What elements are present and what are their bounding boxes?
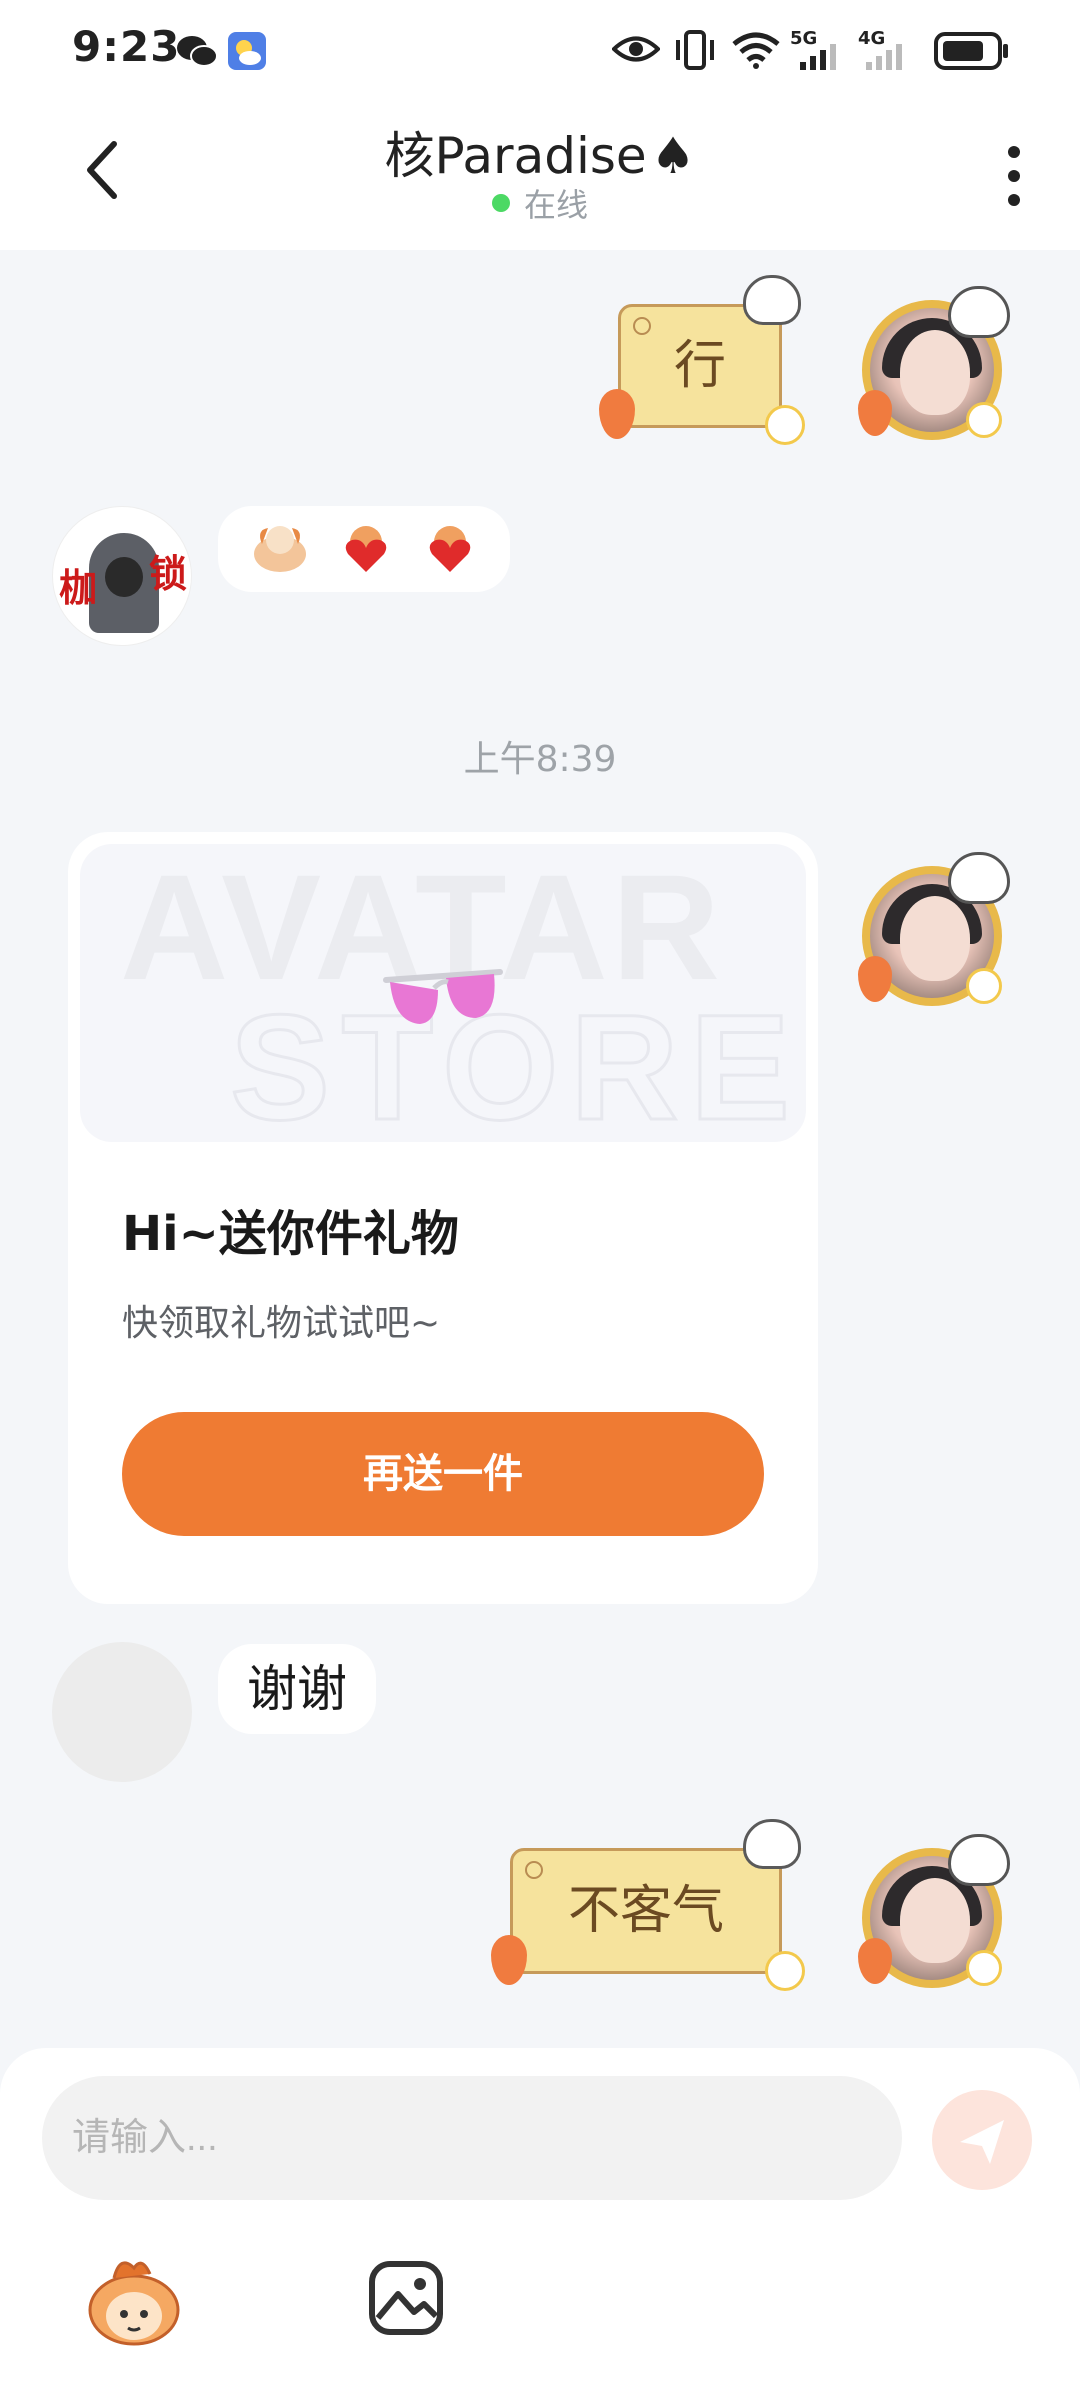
- my-avatar[interactable]: [858, 852, 1010, 1006]
- egg-icon: [765, 1951, 805, 1991]
- wechat-icon: [177, 36, 218, 67]
- gift-subtitle: 快领取礼物试试吧~: [122, 1303, 441, 1344]
- egg-icon: [966, 1950, 1002, 1986]
- contact-name: 核Paradise: [384, 127, 647, 185]
- send-button[interactable]: [932, 2090, 1032, 2190]
- send-another-gift-button[interactable]: 再送一件: [122, 1412, 764, 1536]
- message-text: 谢谢: [247, 1660, 347, 1718]
- carrot-icon: [858, 1938, 892, 1984]
- status-time: 9:23: [72, 22, 181, 71]
- spade-icon: ♠: [650, 127, 696, 185]
- message-text: 不客气: [567, 1881, 724, 1941]
- eye-icon: [612, 36, 660, 62]
- my-avatar[interactable]: [858, 1834, 1010, 1988]
- carrot-icon: [491, 1935, 527, 1985]
- chat-title: 核Paradise♠: [0, 116, 1080, 188]
- cat-sticker-icon: [743, 1819, 801, 1869]
- message-timestamp: 上午8:39: [463, 739, 617, 780]
- gift-card[interactable]: AVATAR STORE Hi~送你件礼物 快领取礼物试试吧~ 再送一件: [68, 832, 818, 1604]
- image-picker-icon[interactable]: [366, 2258, 446, 2338]
- more-options-icon[interactable]: [994, 140, 1034, 210]
- emoji-bow-icon: [254, 526, 306, 572]
- egg-icon: [966, 968, 1002, 1004]
- signal-5g-icon: [800, 44, 836, 70]
- egg-icon: [765, 405, 805, 445]
- message-bubble-received[interactable]: [218, 506, 510, 592]
- gift-title: Hi~送你件礼物: [122, 1206, 459, 1262]
- chat-header: 核Paradise♠ 在线: [0, 100, 1080, 250]
- message-text: 行: [673, 336, 726, 396]
- message-bubble-received[interactable]: 谢谢: [218, 1644, 376, 1734]
- wifi-icon: [732, 32, 780, 69]
- carrot-icon: [858, 390, 892, 436]
- message-bubble-sent[interactable]: 行: [599, 275, 805, 445]
- svg-text:STORE: STORE: [230, 983, 790, 1142]
- pin-icon: [633, 317, 651, 335]
- message-bubble-sent[interactable]: 不客气: [491, 1819, 805, 1991]
- contact-avatar-placeholder[interactable]: [52, 1642, 192, 1782]
- gift-banner: AVATAR STORE: [80, 844, 806, 1142]
- cat-sticker-icon: [948, 852, 1010, 904]
- weather-icon: [228, 32, 266, 70]
- online-status: 在线: [0, 180, 1080, 226]
- online-status-text: 在线: [523, 186, 588, 224]
- pin-icon: [525, 1861, 543, 1879]
- egg-icon: [966, 402, 1002, 438]
- vibrate-icon: [676, 30, 714, 70]
- send-icon: [960, 2120, 1004, 2164]
- carrot-icon: [599, 389, 635, 439]
- battery-icon: [934, 32, 1008, 70]
- cat-sticker-icon: [948, 1834, 1010, 1886]
- message-input[interactable]: [42, 2076, 902, 2200]
- status-bar: 9:23 5G 4G: [0, 0, 1080, 100]
- sunglasses-icon: [383, 969, 503, 1024]
- emoji-picker-icon[interactable]: [84, 2254, 184, 2346]
- online-dot: [491, 194, 510, 212]
- cat-sticker-icon: [743, 275, 801, 325]
- carrot-icon: [858, 956, 892, 1002]
- cat-sticker-icon: [948, 286, 1010, 338]
- contact-avatar[interactable]: 枷锁: [52, 506, 192, 646]
- emoji-heart-icon: [429, 526, 471, 572]
- input-bar: [0, 2048, 1080, 2400]
- my-avatar[interactable]: [858, 286, 1010, 440]
- emoji-heart-icon: [345, 526, 387, 572]
- signal-4g-icon: [866, 44, 902, 70]
